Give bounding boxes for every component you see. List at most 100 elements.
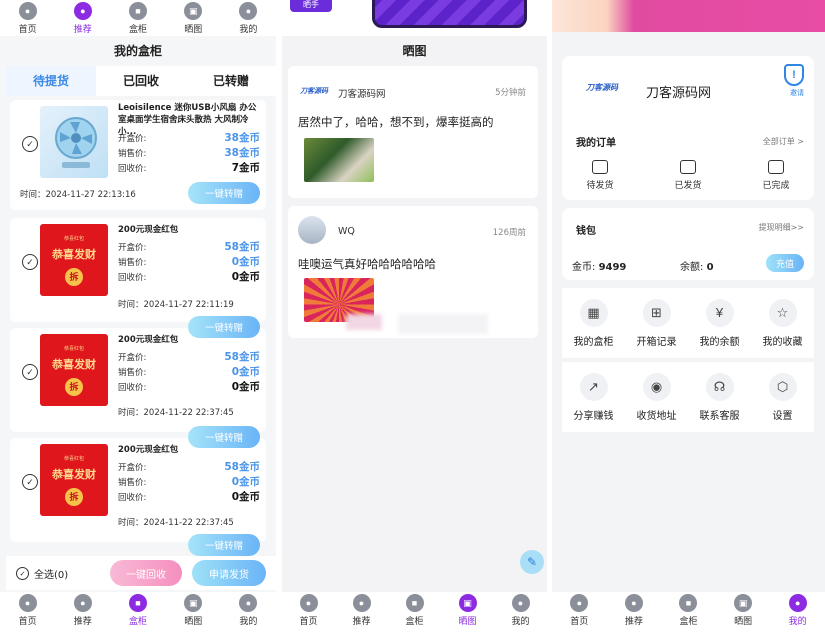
checkbox[interactable]: ✓ <box>22 254 38 270</box>
order-label: 已发货 <box>674 181 702 191</box>
grid-open-records[interactable]: ⊞ 开箱记录 <box>625 288 688 358</box>
headset-icon: ☊ <box>705 372 734 401</box>
tab-recommend[interactable]: ● 推荐 <box>55 592 110 636</box>
all-orders-link[interactable]: 全部订单 > <box>763 136 804 147</box>
post-time: 126周前 <box>492 228 526 238</box>
top-tabbar: ● 首页 ● 推荐 ■ 盒柜 ▣ 晒图 ● 我的 <box>0 0 276 36</box>
tab-home[interactable]: ● 首页 <box>282 592 335 636</box>
open-price-label: 开盒价: <box>118 352 147 363</box>
grid-address[interactable]: ◉ 收货地址 <box>625 362 688 432</box>
product-name: 200元现金红包 <box>118 225 179 235</box>
subtab-gifted[interactable]: 已转赠 <box>186 66 276 96</box>
photo-icon: ▣ <box>458 594 477 612</box>
price-rows: 开盒价: 58金币 销售价: 0金币 回收价: 0金币 <box>118 239 260 284</box>
tab-recommend[interactable]: ● 推荐 <box>55 0 110 36</box>
checkbox[interactable]: ✓ <box>22 364 38 380</box>
tab-mine[interactable]: ● 我的 <box>221 592 276 636</box>
tab-recommend[interactable]: ● 推荐 <box>335 592 388 636</box>
shield-icon[interactable]: ! <box>784 64 804 86</box>
home-icon: ● <box>299 594 318 612</box>
recycle-price: 0金币 <box>231 381 260 393</box>
gift-button[interactable]: 一键转赠 <box>188 182 260 204</box>
gift-button[interactable]: 一键转赠 <box>188 534 260 556</box>
grid-label: 联系客服 <box>699 410 740 422</box>
feed-post[interactable]: WQ 126周前 哇噢运气真好哈哈哈哈哈哈 <box>288 206 538 338</box>
packet-top-text: 恭喜红包 <box>63 345 84 352</box>
tab-mine[interactable]: ● 我的 <box>770 592 825 636</box>
recycle-price: 7金币 <box>231 162 260 174</box>
recycle-price-label: 回收价: <box>118 163 147 174</box>
order-pending[interactable]: 待发货 <box>570 160 630 191</box>
order-completed[interactable]: 已完成 <box>746 160 806 191</box>
user-icon: ● <box>239 2 258 20</box>
red-packet-image: 恭喜红包 恭喜发财 拆 <box>40 334 108 406</box>
subtab-recycled[interactable]: 已回收 <box>96 66 186 96</box>
tab-mine[interactable]: ● 我的 <box>494 592 547 636</box>
open-price: 38金币 <box>224 132 260 144</box>
tab-home[interactable]: ● 首页 <box>0 592 55 636</box>
feed-post[interactable]: 刀客源码 刀客源码网 5分钟前 居然中了，哈哈，想不到，爆率挺高的 <box>288 66 538 198</box>
withdraw-link[interactable]: 提现明细>> <box>759 222 804 233</box>
recycle-all-button[interactable]: 一键回收 <box>110 560 182 586</box>
grid-support[interactable]: ☊ 联系客服 <box>688 362 751 432</box>
cabinet-action-bar: ✓ 全选(0) 一键回收 申请发货 <box>6 556 276 590</box>
subtab-pending[interactable]: 待提货 <box>6 66 96 96</box>
tab-label: 晒图 <box>734 617 753 627</box>
product-name: 200元现金红包 <box>118 445 179 455</box>
packet-coin: 拆 <box>65 267 83 286</box>
home-icon: ● <box>18 594 37 612</box>
list-item: 一键转赠 ✓ 恭喜红包 恭喜发财 拆 200元现金红包 开盒价: 58金币 销售价… <box>10 426 266 556</box>
packet-top-text: 恭喜红包 <box>63 455 84 462</box>
grid-settings[interactable]: ⬡ 设置 <box>751 362 814 432</box>
recycle-price: 0金币 <box>231 491 260 503</box>
wallet-title: 钱包 <box>576 226 596 237</box>
banner-button[interactable] <box>372 0 527 28</box>
settings-icon: ⬡ <box>768 372 797 401</box>
sale-price-label: 销售价: <box>118 257 147 268</box>
tab-home[interactable]: ● 首页 <box>0 0 55 36</box>
post-photo[interactable] <box>304 138 374 182</box>
tab-photo[interactable]: ▣ 晒图 <box>166 592 221 636</box>
checkbox[interactable]: ✓ <box>22 474 38 490</box>
select-all[interactable]: ✓ 全选(0) <box>16 566 68 581</box>
tab-label: 晒图 <box>184 617 203 627</box>
grid-my-balance[interactable]: ¥ 我的余额 <box>688 288 751 358</box>
grid-my-favorites[interactable]: ☆ 我的收藏 <box>751 288 814 358</box>
recommend-icon: ● <box>73 594 92 612</box>
post-text: 哇噢运气真好哈哈哈哈哈哈 <box>298 257 436 271</box>
banner-tag: 晒手 <box>290 0 332 12</box>
grid-share[interactable]: ↗ 分享赚钱 <box>562 362 625 432</box>
cabinet-icon: ■ <box>129 594 147 612</box>
tab-recommend[interactable]: ● 推荐 <box>607 592 662 636</box>
tab-cabinet[interactable]: ■ 盒柜 <box>110 592 165 636</box>
request-ship-button[interactable]: 申请发货 <box>192 560 266 586</box>
tab-cabinet[interactable]: ■ 盒柜 <box>661 592 716 636</box>
feed-screen: 晒手 晒图 刀客源码 刀客源码网 5分钟前 居然中了，哈哈，想不到，爆率挺高的 … <box>282 0 547 636</box>
bottom-tabbar: ● 首页 ● 推荐 ■ 盒柜 ▣ 晒图 ● 我的 <box>282 592 547 636</box>
tab-photo[interactable]: ▣ 晒图 <box>716 592 771 636</box>
balance-line: 余额: 0 <box>680 258 714 273</box>
tab-cabinet[interactable]: ■ 盒柜 <box>388 592 441 636</box>
tab-home[interactable]: ● 首页 <box>552 592 607 636</box>
red-packet-image: 恭喜红包 恭喜发财 拆 <box>40 444 108 516</box>
grid-my-cabinet[interactable]: ▦ 我的盒柜 <box>562 288 625 358</box>
grid-label: 我的余额 <box>699 336 740 348</box>
recycle-price-label: 回收价: <box>118 382 147 393</box>
tab-photo[interactable]: ▣ 晒图 <box>166 0 221 36</box>
brand-name: 刀客源码网 <box>646 86 712 101</box>
tab-label: 盒柜 <box>129 617 148 627</box>
tab-photo[interactable]: ▣ 晒图 <box>441 592 494 636</box>
tab-mine[interactable]: ● 我的 <box>221 0 276 36</box>
tab-label: 首页 <box>18 25 37 35</box>
recharge-button[interactable]: 充值 <box>766 254 804 272</box>
price-rows: 开盒价: 38金币 销售价: 38金币 回收价: 7金币 <box>118 130 260 175</box>
list-item: ✓ Leoisilence 迷你USB小风扇 办公室桌面学生宿舍床头散热 大风制… <box>10 100 266 210</box>
time-label: 时间：2024-11-27 22:13:16 <box>20 190 136 200</box>
checkbox[interactable]: ✓ <box>22 136 38 152</box>
tab-cabinet[interactable]: ■ 盒柜 <box>110 0 165 36</box>
packet-coin: 拆 <box>65 377 83 396</box>
open-price: 58金币 <box>224 351 260 363</box>
post-edit-button[interactable]: ✎ <box>520 550 544 574</box>
order-shipped[interactable]: 已发货 <box>658 160 718 191</box>
tab-label: 我的 <box>239 617 258 627</box>
